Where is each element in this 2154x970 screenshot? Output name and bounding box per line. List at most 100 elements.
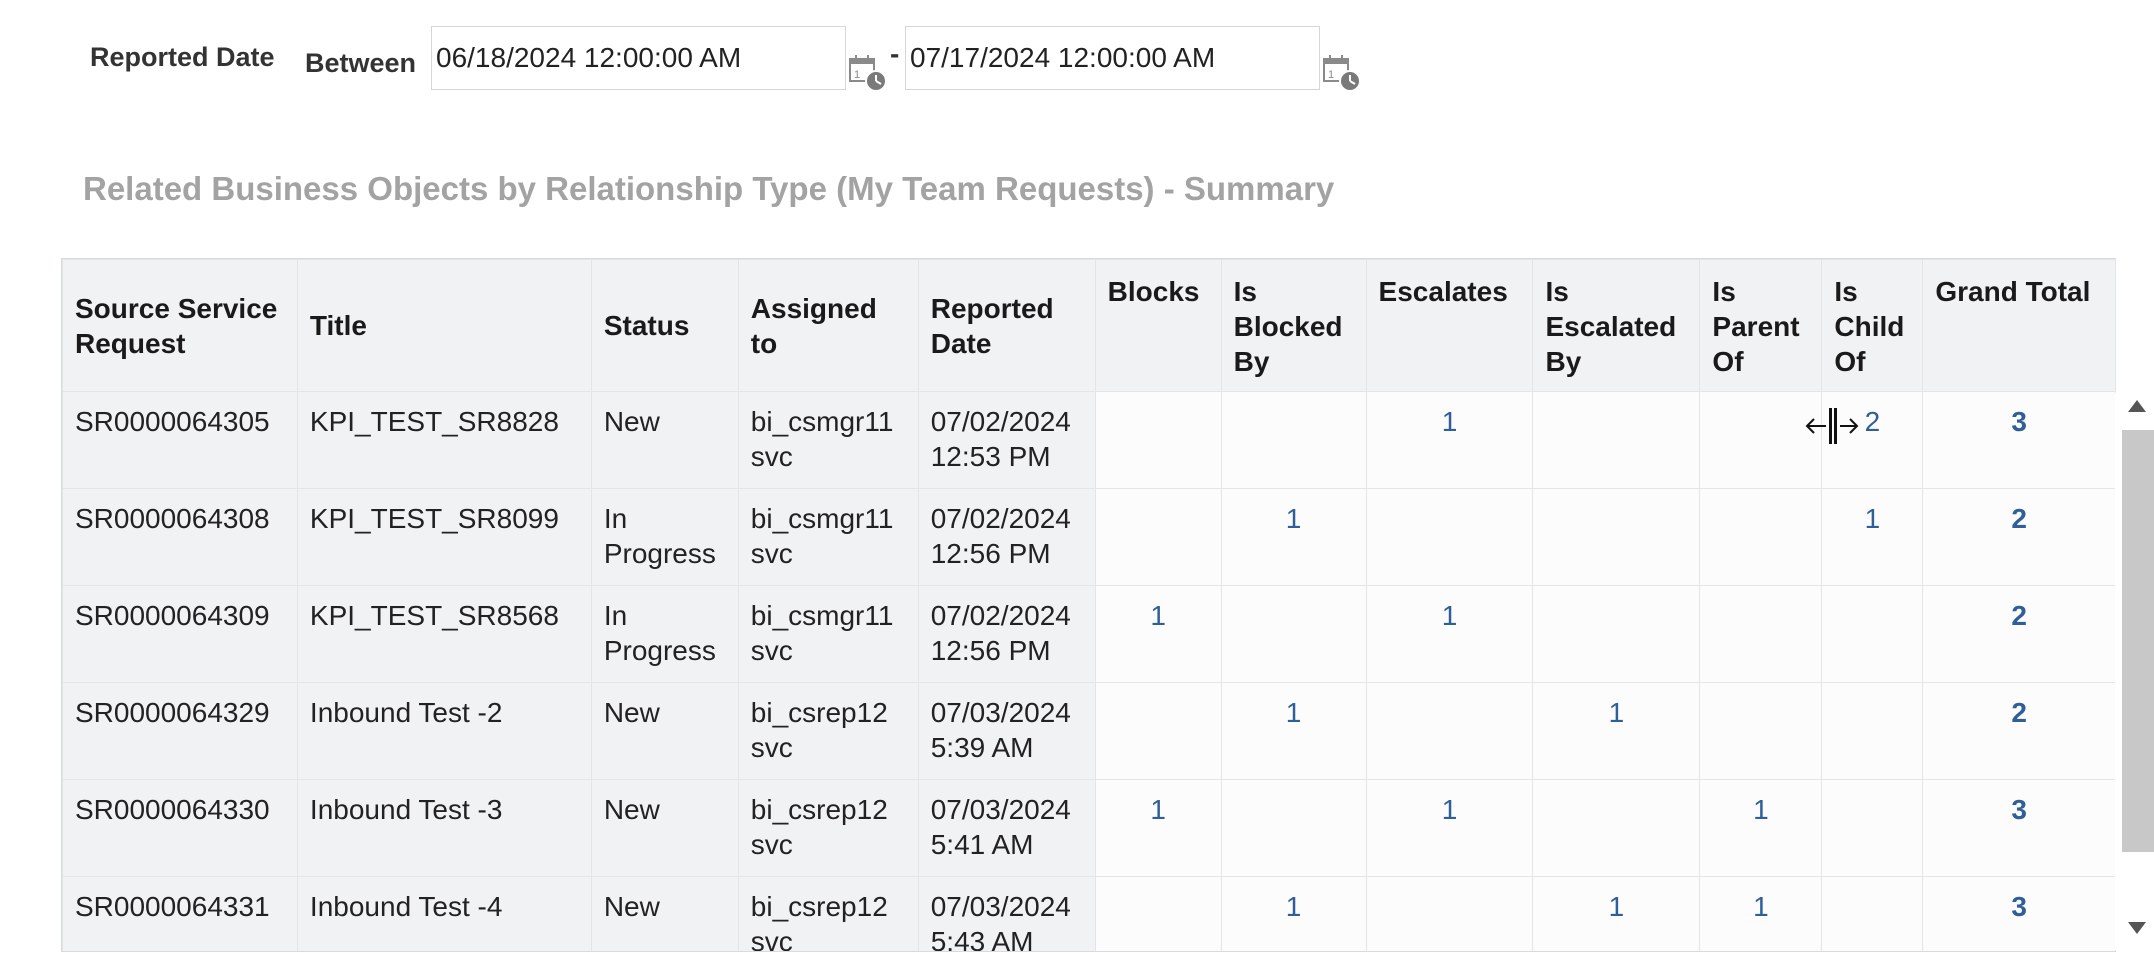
cell-status: New [590,876,739,951]
cell-reported: 07/03/2024 5:41 AM [917,779,1096,877]
cell-escalates [1365,488,1534,586]
cell-child-of: 1 [1821,488,1924,586]
cell-blocks [1094,391,1222,489]
filter-field-label: Reported Date [90,42,275,72]
count-link[interactable]: 1 [1753,891,1769,922]
cell-blocks [1094,488,1222,586]
cell-status: New [590,779,739,877]
grand-total-link[interactable]: 3 [2011,794,2027,825]
cell-title: KPI_TEST_SR8568 [296,585,592,683]
date-to-input[interactable] [905,26,1320,90]
col-header-reported[interactable]: Reported Date [917,259,1096,392]
grand-total-link[interactable]: 2 [2011,697,2027,728]
count-link[interactable]: 1 [1753,794,1769,825]
table-row: SR0000064330 Inbound Test -3 New bi_csrep12… [62,779,2116,877]
count-link[interactable]: 1 [1442,794,1458,825]
cell-child-of [1821,876,1924,951]
cell-grand-total: 2 [1922,488,2116,586]
count-link[interactable]: 1 [1865,503,1881,534]
cell-grand-total: 3 [1922,876,2116,951]
cell-child-of [1821,779,1924,877]
table-row: SR0000064308 KPI_TEST_SR8099 In Progress bi… [62,488,2116,586]
table-row: SR0000064331 Inbound Test -4 New bi_csrep12… [62,876,2116,951]
cell-blocked-by [1220,391,1367,489]
count-link[interactable]: 2 [1865,406,1881,437]
count-link[interactable]: 1 [1609,891,1625,922]
cell-assigned: bi_csmgr11 svc [737,488,919,586]
cell-escalates: 1 [1365,585,1534,683]
pivot-table: Source Service Request Title Status Assi… [62,259,2116,951]
cell-parent-of [1699,682,1823,780]
calendar-clock-icon[interactable]: 1 [848,52,888,92]
scroll-up-icon[interactable] [2128,400,2146,412]
cell-title: Inbound Test -3 [296,779,592,877]
cell-blocks [1094,876,1222,951]
cell-source: SR0000064309 [62,585,298,683]
cell-status: In Progress [590,488,739,586]
cell-parent-of: 1 [1699,779,1823,877]
date-range-separator: - [890,38,900,69]
col-header-child-of[interactable]: Is Child Of [1821,259,1924,392]
grand-total-link[interactable]: 3 [2011,406,2027,437]
scroll-down-icon[interactable] [2128,922,2146,934]
cell-blocked-by: 1 [1220,682,1367,780]
grand-total-link[interactable]: 2 [2011,503,2027,534]
count-link[interactable]: 1 [1286,697,1302,728]
col-header-status[interactable]: Status [590,259,739,392]
filter-operator-label: Between [305,48,417,78]
cell-blocked-by [1220,585,1367,683]
cell-title: KPI_TEST_SR8828 [296,391,592,489]
cell-parent-of: 1 [1699,876,1823,951]
col-header-assigned[interactable]: Assigned to [737,259,919,392]
calendar-clock-icon[interactable]: 1 [1322,52,1362,92]
count-link[interactable]: 1 [1286,891,1302,922]
cell-escalated-by [1532,779,1701,877]
cell-blocks: 1 [1094,585,1222,683]
cell-assigned: bi_csmgr11 svc [737,585,919,683]
col-header-title[interactable]: Title [296,259,592,392]
cell-reported: 07/02/2024 12:53 PM [917,391,1096,489]
grand-total-link[interactable]: 3 [2011,891,2027,922]
count-link[interactable]: 1 [1150,600,1166,631]
count-link[interactable]: 1 [1609,697,1625,728]
cell-blocks: 1 [1094,779,1222,877]
table-row: SR0000064309 KPI_TEST_SR8568 In Progress bi… [62,585,2116,683]
svg-text:1: 1 [854,69,860,81]
date-from-input[interactable] [431,26,846,90]
cell-blocked-by: 1 [1220,876,1367,951]
col-header-escalates[interactable]: Escalates [1365,259,1534,392]
col-header-parent-of[interactable]: Is Parent Of [1699,259,1823,392]
col-header-blocks[interactable]: Blocks [1094,259,1222,392]
cell-source: SR0000064308 [62,488,298,586]
cell-child-of [1821,585,1924,683]
cell-blocks [1094,682,1222,780]
cell-blocked-by [1220,779,1367,877]
cell-assigned: bi_csmgr11 svc [737,391,919,489]
cell-escalates [1365,682,1534,780]
cell-assigned: bi_csrep12 svc [737,876,919,951]
cell-assigned: bi_csrep12 svc [737,682,919,780]
col-header-grand-total[interactable]: Grand Total [1922,259,2116,392]
count-link[interactable]: 1 [1150,794,1166,825]
count-link[interactable]: 1 [1442,600,1458,631]
cell-escalates: 1 [1365,779,1534,877]
count-link[interactable]: 1 [1286,503,1302,534]
cell-reported: 07/03/2024 5:43 AM [917,876,1096,951]
cell-blocked-by: 1 [1220,488,1367,586]
grand-total-link[interactable]: 2 [2011,600,2027,631]
cell-child-of [1821,682,1924,780]
count-link[interactable]: 1 [1442,406,1458,437]
cell-title: Inbound Test -4 [296,876,592,951]
scrollbar-thumb[interactable] [2122,430,2154,852]
col-header-escalated-by[interactable]: Is Escalated By [1532,259,1701,392]
cell-reported: 07/02/2024 12:56 PM [917,585,1096,683]
cell-grand-total: 3 [1922,779,2116,877]
col-header-blocked-by[interactable]: Is Blocked By [1220,259,1367,392]
svg-text:1: 1 [1328,69,1334,81]
cell-reported: 07/03/2024 5:39 AM [917,682,1096,780]
cell-source: SR0000064331 [62,876,298,951]
col-header-source[interactable]: Source Service Request [62,259,298,392]
cell-reported: 07/02/2024 12:56 PM [917,488,1096,586]
report-title: Related Business Objects by Relationship… [83,170,1335,207]
cell-escalates [1365,876,1534,951]
